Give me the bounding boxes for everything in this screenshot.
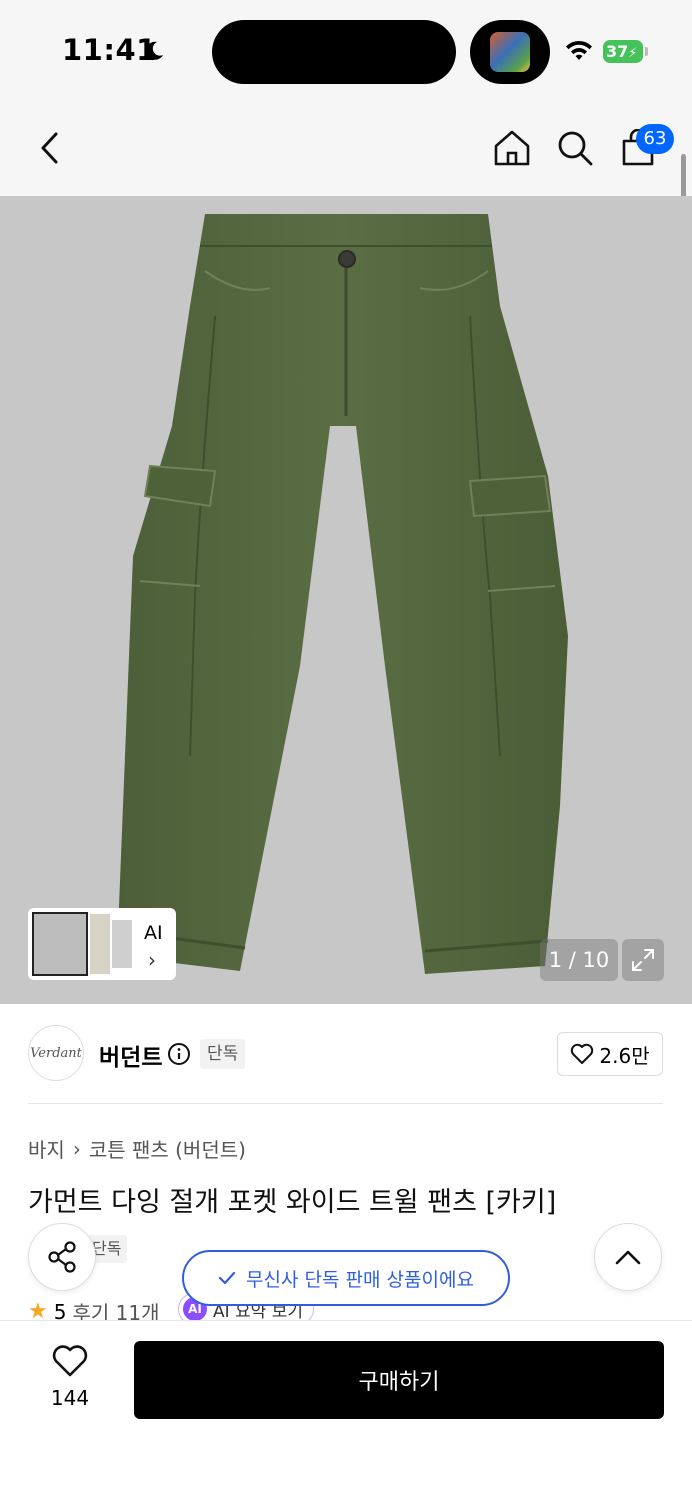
thumbnail-ai-label: AI [144, 922, 163, 944]
exclusive-toast: 무신사 단독 판매 상품이에요 [182, 1250, 510, 1306]
breadcrumb: 바지 › 코튼 팬츠 (버던트) [28, 1134, 246, 1163]
heart-icon [52, 1345, 88, 1377]
gallery-thumbnail-strip[interactable]: AI › [28, 908, 176, 980]
expand-icon [632, 949, 654, 971]
breadcrumb-subcategory[interactable]: 코튼 팬츠 (버던트) [89, 1134, 246, 1163]
buy-button[interactable]: 구매하기 [134, 1341, 664, 1419]
search-icon [558, 131, 593, 166]
battery-indicator: 37⚡ [603, 40, 643, 63]
exclusive-chip: 단독 [200, 1039, 246, 1069]
chevron-right-icon: › [148, 948, 156, 972]
pants-illustration [117, 214, 568, 974]
image-counter: 1 / 10 [540, 939, 618, 981]
share-button[interactable] [28, 1223, 96, 1291]
back-icon [41, 132, 58, 164]
moon-icon [146, 41, 163, 60]
divider [28, 1103, 663, 1104]
brand-logo[interactable]: Verdant [28, 1025, 84, 1081]
toast-message: 무신사 단독 판매 상품이에요 [246, 1268, 474, 1291]
brand-logo-text: Verdant [30, 1045, 82, 1061]
info-icon[interactable] [167, 1042, 191, 1066]
thumbnail-3[interactable] [112, 920, 132, 968]
wishlist-count: 144 [50, 1386, 90, 1410]
breadcrumb-category[interactable]: 바지 [28, 1134, 65, 1163]
scroll-top-button[interactable] [594, 1223, 662, 1291]
breadcrumb-separator-icon: › [72, 1136, 81, 1161]
share-icon [48, 1241, 76, 1273]
brand-name[interactable]: 버던트 [99, 1038, 162, 1072]
live-activity[interactable] [470, 20, 550, 84]
heart-icon [571, 1043, 594, 1064]
wishlist-button[interactable] [40, 1344, 100, 1382]
home-icon [494, 130, 530, 166]
chevron-up-icon [615, 1250, 641, 1265]
thumbnail-1[interactable] [32, 912, 88, 976]
battery-level: 37 [606, 42, 629, 61]
status-bar: 11:41 37⚡ [0, 0, 692, 100]
activity-thumbnail [490, 32, 530, 72]
thumbnail-2[interactable] [90, 914, 110, 974]
brand-like-count: 2.6만 [599, 1043, 650, 1068]
battery-nub [645, 47, 648, 56]
dynamic-island [212, 20, 456, 84]
product-title: 가먼트 다잉 절개 포켓 와이드 트윌 팬츠 [카키] [28, 1187, 557, 1218]
brand-like-button[interactable]: 2.6만 [557, 1032, 663, 1076]
back-button[interactable] [26, 124, 74, 172]
wifi-icon [566, 40, 592, 60]
cart-count-badge: 63 [636, 124, 674, 154]
top-nav [0, 100, 692, 196]
expand-button[interactable] [622, 939, 664, 981]
product-image[interactable] [0, 196, 692, 1004]
search-button[interactable] [551, 124, 599, 172]
check-icon [218, 1271, 236, 1285]
home-button[interactable] [488, 124, 536, 172]
